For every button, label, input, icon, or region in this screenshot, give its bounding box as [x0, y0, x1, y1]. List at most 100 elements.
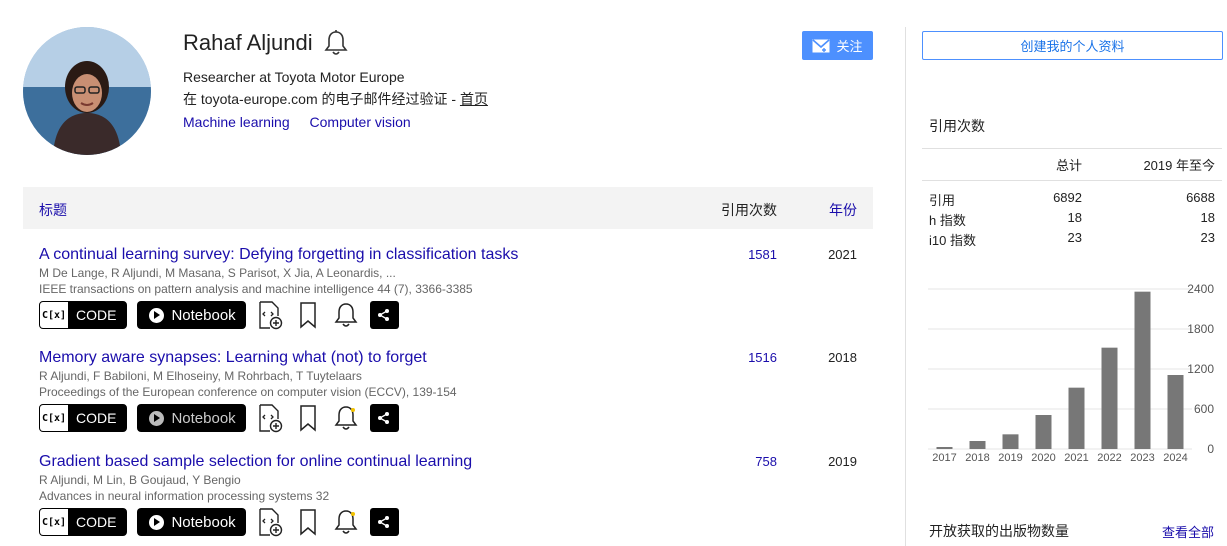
metric-label: h 指数 — [929, 213, 966, 228]
interest-machine-learning[interactable]: Machine learning — [183, 114, 290, 130]
bookmark-icon[interactable] — [294, 300, 322, 330]
paper-venue: IEEE transactions on pattern analysis an… — [39, 282, 473, 296]
metrics-col-since: 2019 年至今 — [1143, 158, 1215, 173]
share-icon[interactable] — [369, 404, 399, 432]
open-access-title: 开放获取的出版物数量 — [929, 523, 1069, 539]
verified-email-text: 在 toyota-europe.com 的电子邮件经过验证 - — [183, 91, 460, 107]
follow-button[interactable]: 关注 — [802, 31, 873, 60]
divider — [922, 148, 1222, 149]
bell-icon[interactable] — [323, 29, 349, 57]
code-icon: C[x] — [40, 509, 68, 535]
share-icon[interactable] — [369, 301, 399, 329]
paper-cited-count[interactable]: 758 — [755, 454, 777, 469]
bell-icon[interactable] — [332, 403, 360, 433]
notebook-label: Notebook — [171, 513, 236, 531]
bar-2020 — [1035, 415, 1052, 449]
profile-name: Rahaf Aljundi — [183, 30, 313, 55]
metric-total: 18 — [1067, 210, 1082, 225]
paper-venue: Advances in neural information processin… — [39, 489, 330, 503]
view-all-link[interactable]: 查看全部 — [1162, 522, 1214, 541]
x-tick-label: 2019 — [998, 452, 1022, 464]
bookmark-icon[interactable] — [294, 403, 322, 433]
share-icon[interactable] — [369, 508, 399, 536]
y-tick-label: 600 — [1194, 402, 1214, 416]
paper-title[interactable]: Memory aware synapses: Learning what (no… — [39, 349, 427, 367]
bell-icon[interactable] — [332, 507, 360, 537]
interest-computer-vision[interactable]: Computer vision — [310, 114, 411, 130]
metric-total: 23 — [1067, 230, 1082, 245]
play-icon — [149, 410, 165, 426]
affiliation: Researcher at Toyota Motor Europe — [183, 69, 405, 85]
paper-cited-count[interactable]: 1516 — [748, 350, 777, 365]
table-row: Gradient based sample selection for onli… — [23, 453, 873, 546]
x-tick-label: 2021 — [1064, 452, 1088, 464]
mail-icon — [812, 38, 831, 52]
metric-row-h-index: h 指数 18 18 — [929, 210, 1215, 228]
sort-by-year[interactable]: 年份 — [829, 200, 857, 220]
notebook-button[interactable]: Notebook — [137, 404, 246, 432]
paper-title[interactable]: Gradient based sample selection for onli… — [39, 453, 472, 471]
paper-year: 2019 — [828, 454, 857, 469]
bar-2023 — [1134, 291, 1151, 449]
bar-2022 — [1101, 347, 1118, 449]
follow-label: 关注 — [836, 39, 863, 54]
x-tick-label: 2020 — [1031, 452, 1055, 464]
code-label: CODE — [76, 514, 117, 530]
bell-icon[interactable] — [332, 300, 360, 330]
cited-by-header[interactable]: 引用次数 — [721, 200, 777, 220]
bar-2021 — [1068, 387, 1085, 449]
add-code-icon[interactable] — [256, 403, 284, 433]
play-icon — [149, 307, 165, 323]
metric-row-i10-index: i10 指数 23 23 — [929, 230, 1215, 248]
code-icon: C[x] — [40, 302, 68, 328]
x-tick-label: 2017 — [932, 452, 956, 464]
paper-title[interactable]: A continual learning survey: Defying for… — [39, 246, 518, 264]
metric-label: 引用 — [929, 193, 956, 208]
code-label: CODE — [76, 307, 117, 323]
paper-authors: R Aljundi, M Lin, B Goujaud, Y Bengio — [39, 473, 241, 487]
bar-2024 — [1167, 375, 1184, 449]
code-button[interactable]: C[x] CODE — [39, 404, 128, 432]
create-profile-button[interactable]: 创建我的个人资料 — [922, 31, 1223, 60]
code-label: CODE — [76, 410, 117, 426]
x-tick-label: 2024 — [1163, 452, 1187, 464]
metrics-col-total: 总计 — [1055, 158, 1082, 173]
add-code-icon[interactable] — [256, 507, 284, 537]
code-button[interactable]: C[x] CODE — [39, 508, 128, 536]
profile-photo — [23, 27, 151, 155]
table-row: Memory aware synapses: Learning what (no… — [23, 349, 873, 449]
sort-by-title[interactable]: 标题 — [39, 200, 67, 220]
paper-year: 2021 — [828, 247, 857, 262]
add-code-icon[interactable] — [256, 300, 284, 330]
notebook-label: Notebook — [171, 409, 236, 427]
cited-by-title: 引用次数 — [929, 118, 985, 134]
paper-cited-count[interactable]: 1581 — [748, 247, 777, 262]
paper-tools: C[x] CODE Notebook — [39, 403, 399, 433]
paper-tools: C[x] CODE Notebook — [39, 507, 399, 537]
bar-2018 — [969, 441, 986, 449]
homepage-link[interactable]: 首页 — [460, 91, 488, 107]
notebook-button[interactable]: Notebook — [137, 301, 246, 329]
x-tick-label: 2023 — [1130, 452, 1154, 464]
divider — [922, 180, 1222, 181]
code-button[interactable]: C[x] CODE — [39, 301, 128, 329]
publications-table-header: 标题 引用次数 年份 — [23, 187, 873, 229]
notebook-button[interactable]: Notebook — [137, 508, 246, 536]
paper-venue: Proceedings of the European conference o… — [39, 385, 457, 399]
bar-2019 — [1002, 434, 1019, 449]
metric-total: 6892 — [1053, 190, 1082, 205]
metric-since: 23 — [1200, 230, 1215, 245]
y-tick-label: 1200 — [1187, 362, 1214, 376]
sidebar-divider — [905, 27, 906, 546]
paper-tools: C[x] CODE Notebook — [39, 300, 399, 330]
table-row: A continual learning survey: Defying for… — [23, 246, 873, 346]
play-icon — [149, 514, 165, 530]
y-tick-label: 2400 — [1187, 282, 1214, 296]
metric-row-citations: 引用 6892 6688 — [929, 190, 1215, 208]
metric-since: 18 — [1200, 210, 1215, 225]
bookmark-icon[interactable] — [294, 507, 322, 537]
interests: Machine learning Computer vision — [183, 114, 427, 130]
paper-authors: M De Lange, R Aljundi, M Masana, S Paris… — [39, 266, 396, 280]
x-tick-label: 2022 — [1097, 452, 1121, 464]
paper-authors: R Aljundi, F Babiloni, M Elhoseiny, M Ro… — [39, 369, 362, 383]
